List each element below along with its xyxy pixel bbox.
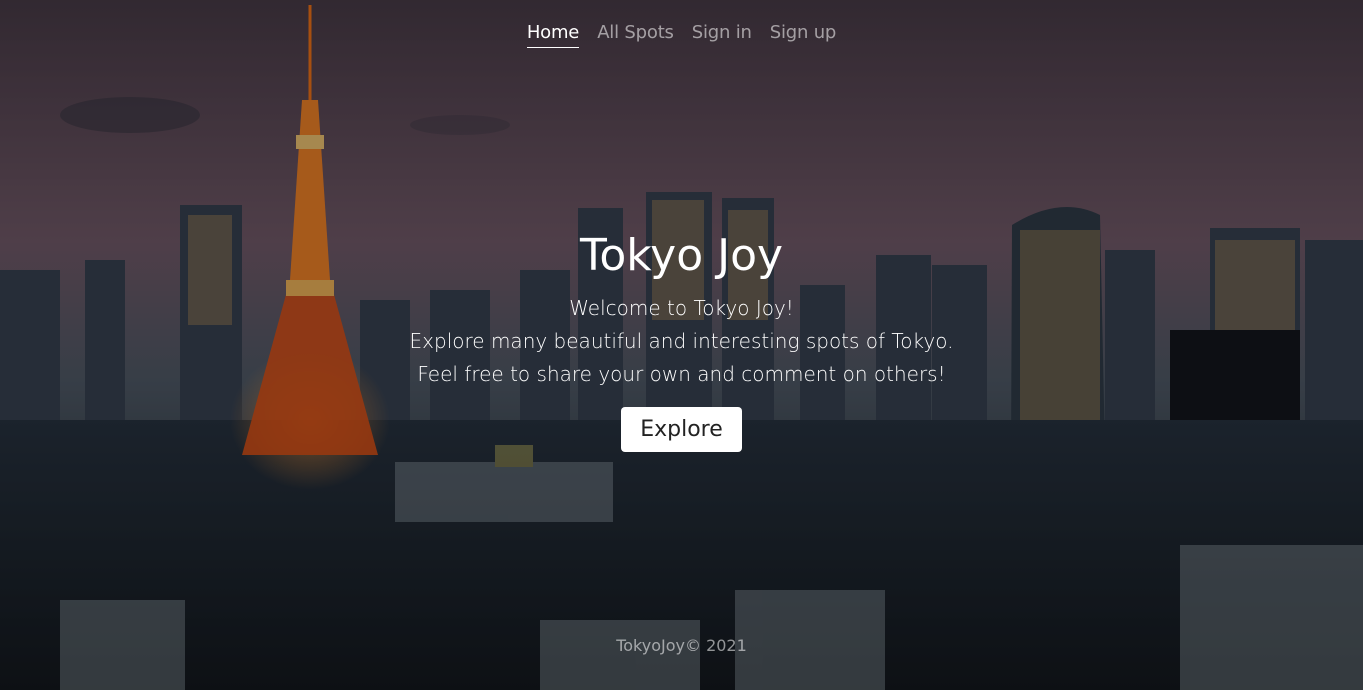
- nav-item-sign-up[interactable]: Sign up: [770, 22, 837, 48]
- hero-share-line: Feel free to share your own and comment …: [417, 362, 946, 386]
- landing-page: Home All Spots Sign in Sign up Tokyo Joy…: [0, 0, 1363, 690]
- nav-item-all-spots[interactable]: All Spots: [597, 22, 674, 48]
- top-navigation: Home All Spots Sign in Sign up: [0, 22, 1363, 48]
- hero-section: Tokyo Joy Welcome to Tokyo Joy! Explore …: [0, 226, 1363, 452]
- explore-button[interactable]: Explore: [621, 407, 742, 452]
- page-footer: TokyoJoy© 2021: [616, 636, 747, 655]
- nav-item-sign-in[interactable]: Sign in: [692, 22, 752, 48]
- hero-explore-line: Explore many beautiful and interesting s…: [409, 329, 954, 353]
- nav-item-home[interactable]: Home: [526, 22, 579, 48]
- hero-title: Tokyo Joy: [579, 230, 784, 281]
- hero-welcome-line: Welcome to Tokyo Joy!: [569, 296, 794, 320]
